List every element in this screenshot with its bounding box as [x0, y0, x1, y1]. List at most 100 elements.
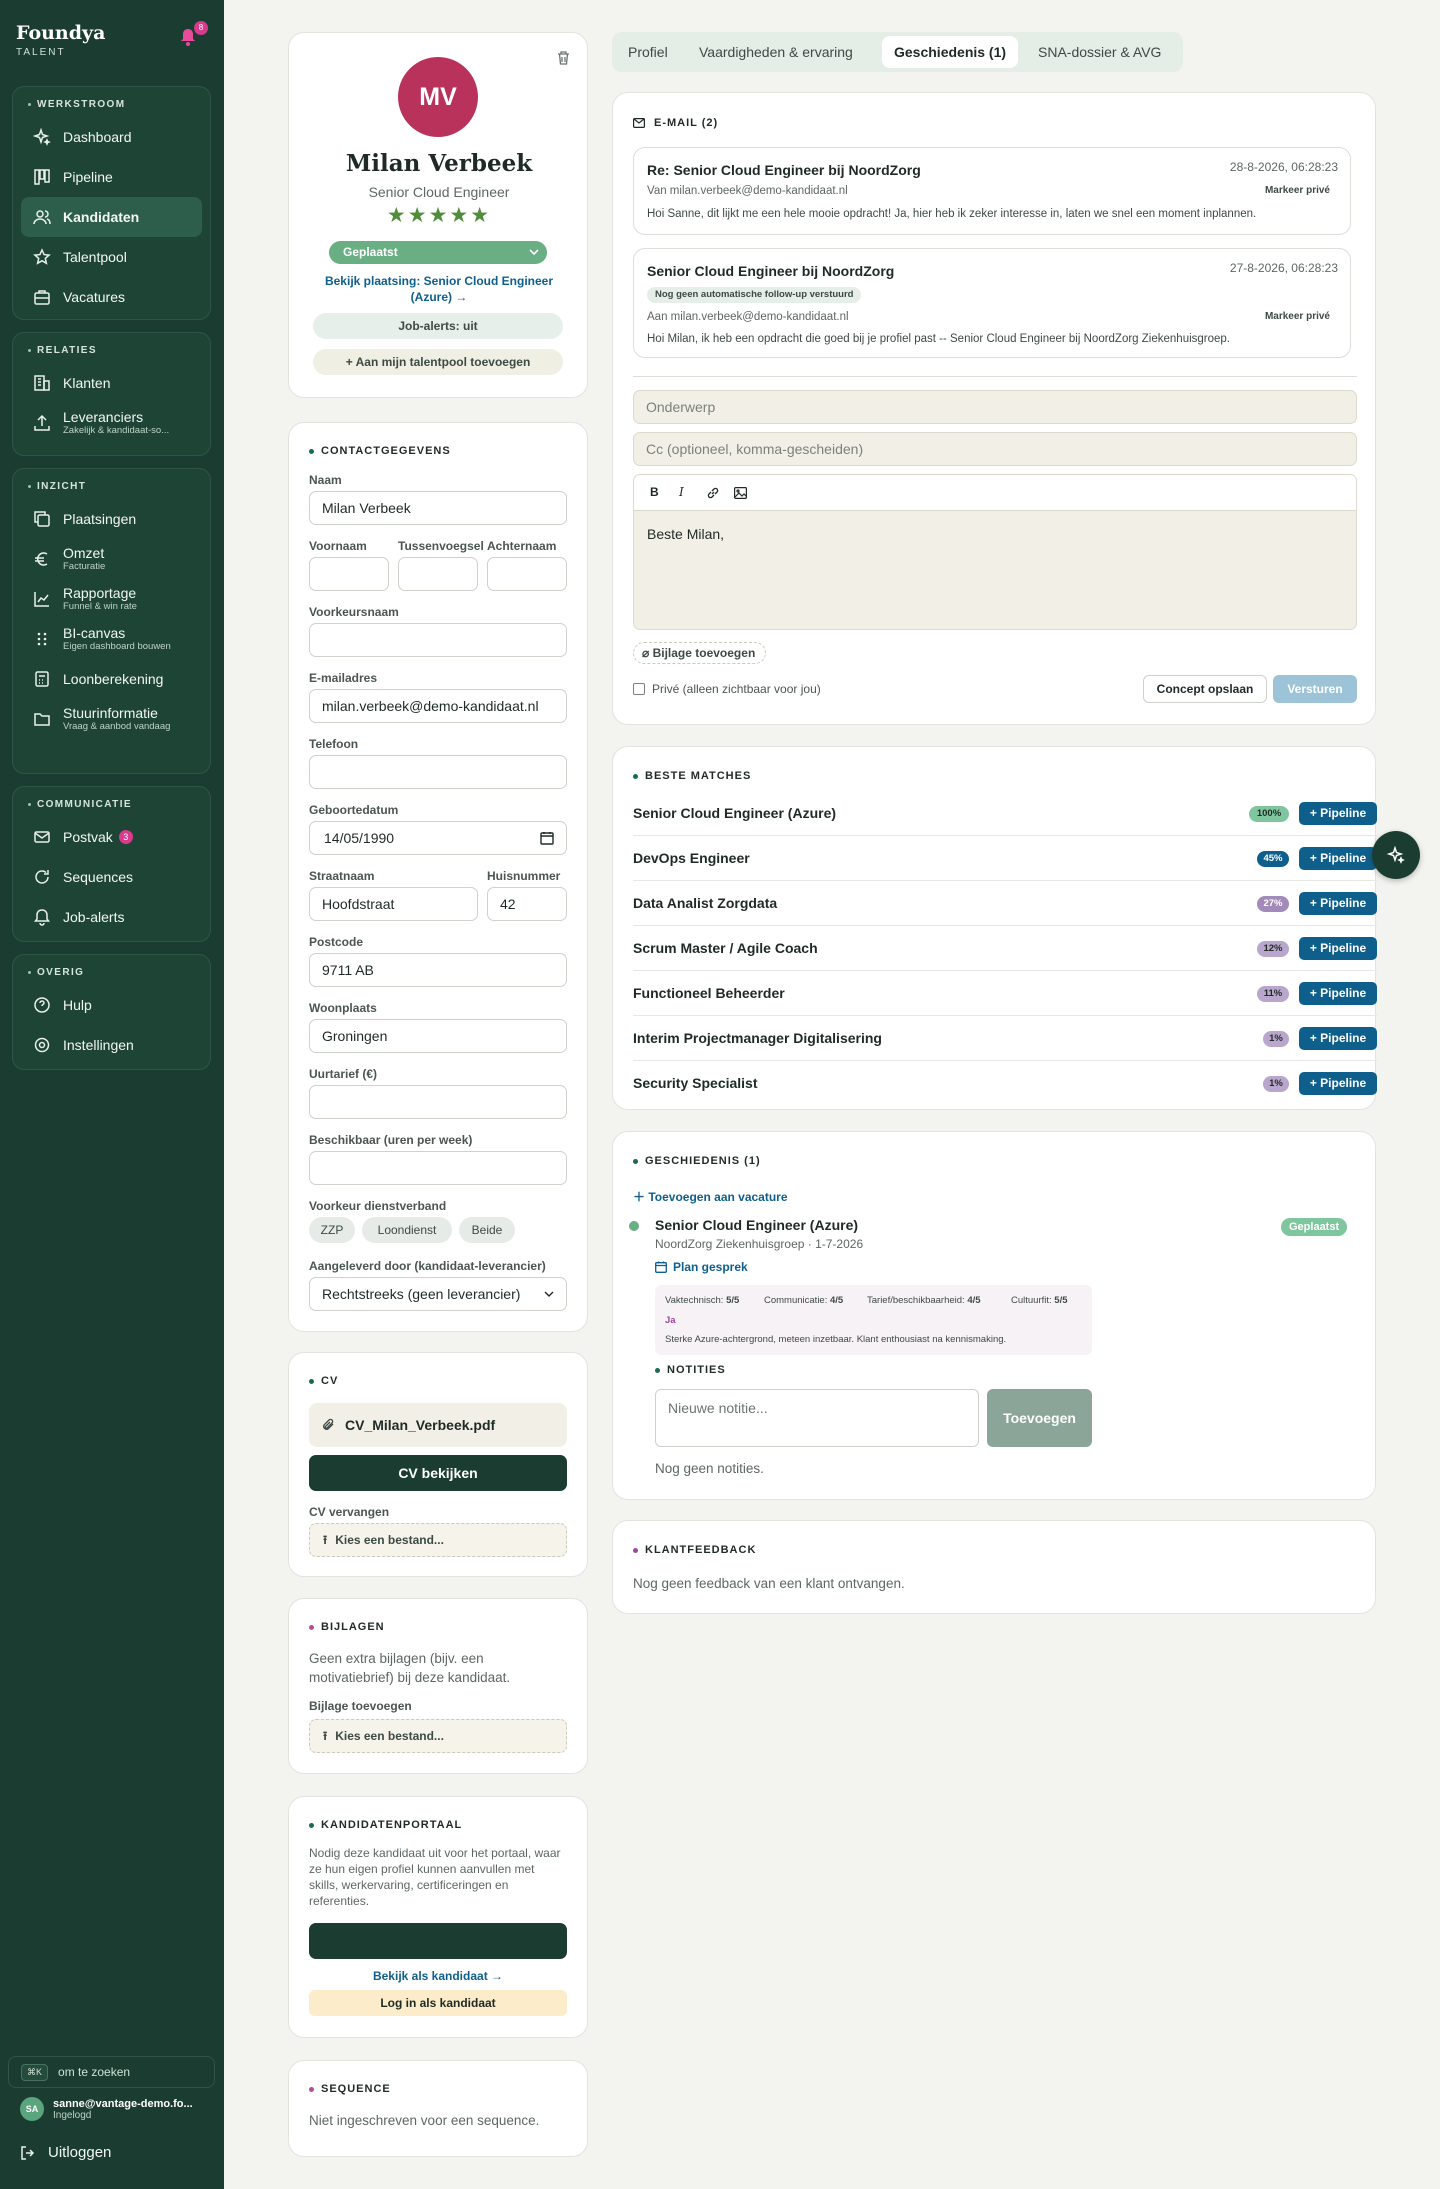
tab-vaardigheden[interactable]: Vaardigheden & ervaring [687, 36, 865, 68]
preferred-name-field[interactable] [309, 623, 567, 657]
name-field[interactable]: Milan Verbeek [309, 491, 567, 525]
add-to-pipeline-button[interactable]: + Pipeline [1299, 982, 1377, 1005]
sidebar-item-rapportage[interactable]: Rapportage Funnel & win rate [21, 579, 202, 619]
new-note-input[interactable]: Nieuwe notitie... [655, 1389, 979, 1447]
calendar-icon[interactable] [540, 831, 554, 845]
subject-input[interactable]: Onderwerp [633, 390, 1357, 424]
sidebar-item-talentpool[interactable]: Talentpool [21, 237, 202, 277]
city-field[interactable]: Groningen [309, 1019, 567, 1053]
infix-field[interactable] [398, 557, 478, 591]
sidebar-item-bi-canvas[interactable]: BI-canvas Eigen dashboard bouwen [21, 619, 202, 659]
phone-field[interactable] [309, 755, 567, 789]
add-attachment-button[interactable]: ⌀ Bijlage toevoegen [633, 642, 767, 664]
postcode-field[interactable]: 9711 AB [309, 953, 567, 987]
login-as-candidate-button[interactable]: Log in als kandidaat [309, 1990, 567, 2016]
last-name-field[interactable] [487, 557, 567, 591]
view-cv-button[interactable]: CV bekijken [309, 1455, 567, 1491]
tab-profiel[interactable]: Profiel [616, 36, 680, 68]
sidebar-item-instellingen[interactable]: Instellingen [21, 1025, 202, 1065]
sidebar-item-stuurinformatie[interactable]: Stuurinformatie Vraag & aanbod vandaag [21, 699, 202, 739]
match-vacancy-name[interactable]: DevOps Engineer [633, 850, 750, 866]
match-vacancy-name[interactable]: Scrum Master / Agile Coach [633, 940, 818, 956]
history-vacancy-title[interactable]: Senior Cloud Engineer (Azure) [655, 1217, 858, 1233]
employment-chip-loondienst[interactable]: Loondienst [362, 1217, 452, 1243]
match-vacancy-name[interactable]: Interim Projectmanager Digitalisering [633, 1030, 882, 1046]
email-message[interactable]: Senior Cloud Engineer bij NoordZorg 27-8… [633, 248, 1351, 358]
italic-icon[interactable]: I [679, 485, 684, 499]
private-checkbox[interactable] [633, 683, 645, 695]
email-field[interactable]: milan.verbeek@demo-kandidaat.nl [309, 689, 567, 723]
ai-assistant-button[interactable] [1372, 831, 1420, 879]
sidebar-item-klanten[interactable]: Klanten [21, 363, 202, 403]
sidebar-item-omzet[interactable]: Omzet Facturatie [21, 539, 202, 579]
save-draft-button[interactable]: Concept opslaan [1143, 675, 1267, 703]
add-to-pipeline-button[interactable]: + Pipeline [1299, 847, 1377, 870]
employment-chip-beide[interactable]: Beide [459, 1217, 515, 1243]
sidebar-item-plaatsingen[interactable]: Plaatsingen [21, 499, 202, 539]
sidebar-item-vacatures[interactable]: Vacatures [21, 277, 202, 317]
link-icon[interactable] [707, 487, 719, 499]
rating-stars[interactable]: ★★★★★ [289, 203, 589, 228]
invite-portal-button[interactable] [309, 1923, 567, 1959]
user-account[interactable]: SA sanne@vantage-demo.fo... Ingelogd [20, 2097, 193, 2121]
match-row[interactable]: Interim Projectmanager Digitalisering 1% +… [633, 1016, 1377, 1061]
sidebar-item-pipeline[interactable]: Pipeline [21, 157, 202, 197]
supplier-select[interactable]: Rechtstreeks (geen leverancier) [309, 1277, 567, 1311]
plan-interview-link[interactable]: Plan gesprek [655, 1260, 748, 1274]
sidebar-item-dashboard[interactable]: Dashboard [21, 117, 202, 157]
private-checkbox-row[interactable]: Privé (alleen zichtbaar voor jou) [633, 682, 821, 696]
brand-logo[interactable]: Foundya TALENT [16, 22, 105, 58]
add-to-pipeline-button[interactable]: + Pipeline [1299, 802, 1377, 825]
send-button[interactable]: Versturen [1273, 675, 1357, 703]
match-vacancy-name[interactable]: Senior Cloud Engineer (Azure) [633, 805, 836, 821]
match-vacancy-name[interactable]: Functioneel Beheerder [633, 985, 785, 1001]
mark-private-button[interactable]: Markeer privé [1265, 311, 1330, 322]
match-vacancy-name[interactable]: Data Analist Zorgdata [633, 895, 777, 911]
match-row[interactable]: Senior Cloud Engineer (Azure) 100% + Pipel… [633, 791, 1377, 836]
match-row[interactable]: Data Analist Zorgdata 27% + Pipeline [633, 881, 1377, 926]
bold-icon[interactable]: B [650, 485, 659, 499]
email-message[interactable]: Re: Senior Cloud Engineer bij NoordZorg … [633, 147, 1351, 235]
sidebar-item-leveranciers[interactable]: Leveranciers Zakelijk & kandidaat-so... [21, 403, 202, 443]
sidebar-item-hulp[interactable]: Hulp [21, 985, 202, 1025]
first-name-field[interactable] [309, 557, 389, 591]
street-field[interactable]: Hoofdstraat [309, 887, 478, 921]
sidebar-item-loonberekening[interactable]: Loonberekening [21, 659, 202, 699]
cv-file-picker[interactable]: ⭱ Kies een bestand... [309, 1523, 567, 1557]
mark-private-button[interactable]: Markeer privé [1265, 185, 1330, 196]
tab-geschiedenis[interactable]: Geschiedenis (1) [882, 36, 1019, 68]
attachment-file-picker[interactable]: ⭱ Kies een bestand... [309, 1719, 567, 1753]
match-row[interactable]: Functioneel Beheerder 11% + Pipeline [633, 971, 1377, 1016]
image-icon[interactable] [734, 487, 747, 499]
job-alerts-toggle[interactable]: Job-alerts: uit [313, 313, 563, 339]
logout-button[interactable]: Uitloggen [20, 2144, 111, 2161]
view-as-candidate-link[interactable]: Bekijk als kandidaat → [309, 1969, 567, 1983]
sidebar-item-sequences[interactable]: Sequences [21, 857, 202, 897]
sidebar-item-kandidaten[interactable]: Kandidaten [21, 197, 202, 237]
add-to-vacancy-link[interactable]: ＋ Toevoegen aan vacature [633, 1188, 788, 1205]
trash-icon[interactable] [557, 51, 570, 65]
add-to-talentpool-button[interactable]: + Aan mijn talentpool toevoegen [313, 349, 563, 375]
add-to-pipeline-button[interactable]: + Pipeline [1299, 1072, 1377, 1095]
cv-file[interactable]: CV_Milan_Verbeek.pdf [309, 1403, 567, 1447]
cc-input[interactable]: Cc (optioneel, komma-gescheiden) [633, 432, 1357, 466]
house-number-field[interactable]: 42 [487, 887, 567, 921]
status-select[interactable]: Geplaatst [329, 241, 547, 264]
tab-sna-dossier[interactable]: SNA-dossier & AVG [1026, 36, 1173, 68]
placement-link[interactable]: Bekijk plaatsing: Senior Cloud Engineer … [319, 273, 559, 305]
add-to-pipeline-button[interactable]: + Pipeline [1299, 1027, 1377, 1050]
match-vacancy-name[interactable]: Security Specialist [633, 1075, 758, 1091]
match-row[interactable]: Security Specialist 1% + Pipeline [633, 1061, 1377, 1106]
sidebar-item-job-alerts[interactable]: Job-alerts [21, 897, 202, 937]
birthdate-field[interactable]: 14/05/1990 [309, 821, 567, 855]
add-to-pipeline-button[interactable]: + Pipeline [1299, 892, 1377, 915]
match-row[interactable]: DevOps Engineer 45% + Pipeline [633, 836, 1377, 881]
email-editor[interactable]: B I Beste Milan, [633, 474, 1357, 630]
availability-field[interactable] [309, 1151, 567, 1185]
add-note-button[interactable]: Toevoegen [987, 1389, 1092, 1447]
command-search[interactable]: ⌘K om te zoeken [8, 2056, 215, 2088]
hourly-rate-field[interactable] [309, 1085, 567, 1119]
sidebar-item-postvak[interactable]: Postvak 3 [21, 817, 202, 857]
add-to-pipeline-button[interactable]: + Pipeline [1299, 937, 1377, 960]
employment-chip-zzp[interactable]: ZZP [309, 1217, 355, 1243]
